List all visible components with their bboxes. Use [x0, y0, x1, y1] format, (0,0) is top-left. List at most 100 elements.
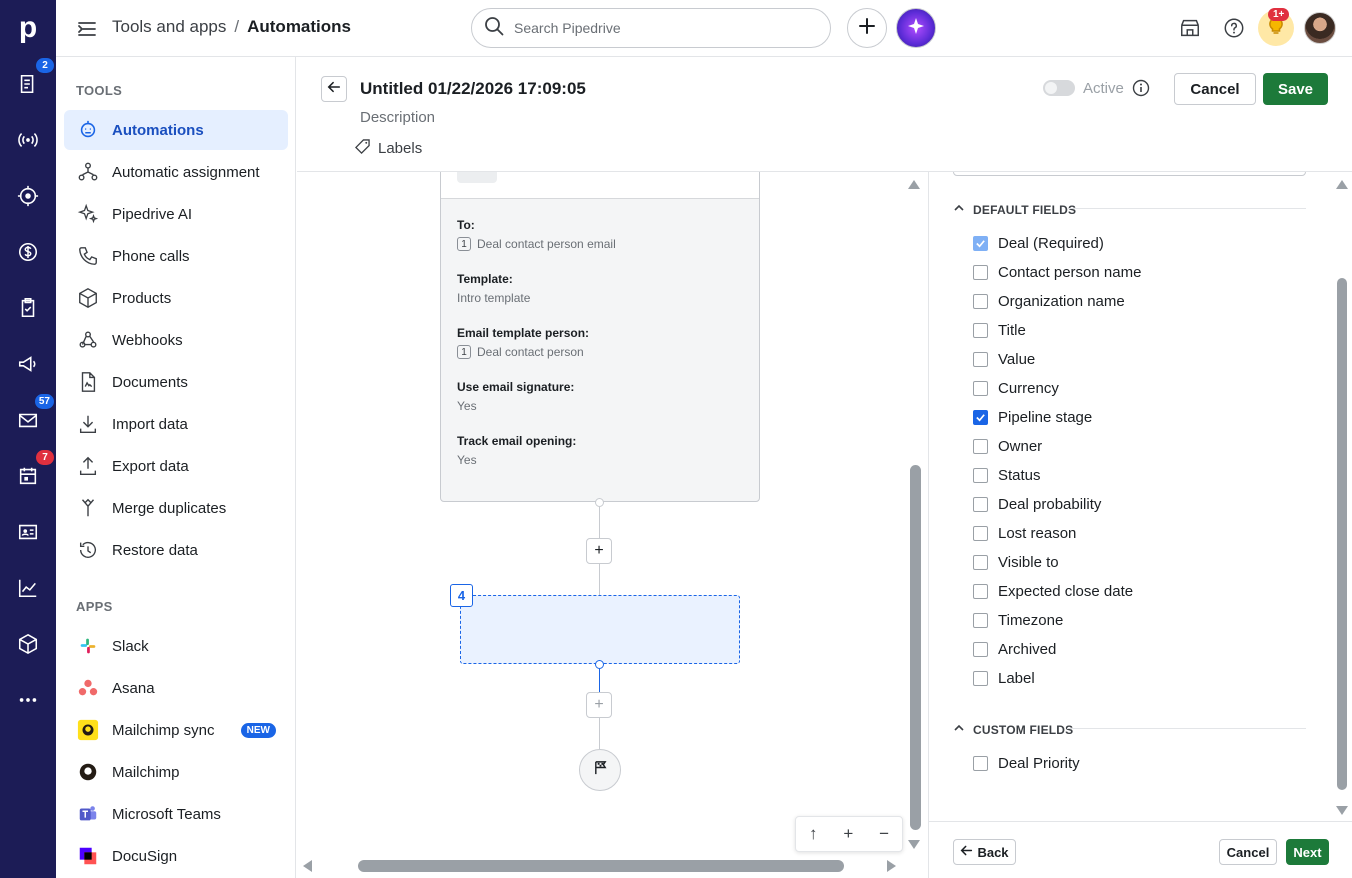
- field-checkbox-row[interactable]: Organization name: [973, 291, 1125, 311]
- sidebar-item-merge-duplicates[interactable]: Merge duplicates: [64, 488, 288, 528]
- automation-description[interactable]: Description: [360, 109, 435, 126]
- breadcrumb-parent[interactable]: Tools and apps: [112, 17, 226, 37]
- marketplace-icon[interactable]: [1178, 16, 1202, 40]
- rail-target-button[interactable]: [12, 180, 44, 212]
- panel-next-button[interactable]: Next: [1286, 839, 1329, 865]
- zoom-out-button[interactable]: −: [879, 824, 889, 844]
- checkbox[interactable]: [973, 380, 988, 396]
- panel-input-edge[interactable]: [953, 172, 1306, 176]
- new-step-placeholder[interactable]: [460, 595, 740, 664]
- checkbox[interactable]: [973, 612, 988, 628]
- ai-assistant-button[interactable]: [896, 8, 936, 48]
- zoom-in-button[interactable]: +: [843, 824, 853, 844]
- scroll-left-arrow[interactable]: [303, 860, 312, 872]
- add-step-button-disabled[interactable]: +: [586, 692, 612, 718]
- checkbox[interactable]: [973, 641, 988, 657]
- sidebar-item-mailchimp-sync[interactable]: Mailchimp sync NEW: [64, 710, 288, 750]
- checkbox[interactable]: [973, 293, 988, 309]
- panel-scroll-up-arrow[interactable]: [1336, 180, 1348, 189]
- sidebar-item-slack[interactable]: Slack: [64, 626, 288, 666]
- checkbox[interactable]: [973, 438, 988, 454]
- rail-mail-button[interactable]: 57: [12, 394, 54, 436]
- add-step-button[interactable]: +: [586, 538, 612, 564]
- sidebar-item-restore-data[interactable]: Restore data: [64, 530, 288, 570]
- field-checkbox-row[interactable]: Expected close date: [973, 581, 1133, 601]
- checkbox[interactable]: [973, 525, 988, 541]
- rail-more-dots-button[interactable]: [12, 684, 44, 716]
- scroll-up-arrow[interactable]: [908, 180, 920, 189]
- checkbox[interactable]: [973, 496, 988, 512]
- rail-megaphone-button[interactable]: [12, 348, 44, 380]
- automation-title[interactable]: Untitled 01/22/2026 17:09:05: [360, 79, 586, 99]
- sidebar-item-products[interactable]: Products: [64, 278, 288, 318]
- checkbox[interactable]: [973, 322, 988, 338]
- sidebar-item-microsoft-teams[interactable]: Microsoft Teams: [64, 794, 288, 834]
- scroll-right-arrow[interactable]: [887, 860, 896, 872]
- search-input[interactable]: [514, 20, 814, 36]
- checkbox[interactable]: [973, 264, 988, 280]
- field-checkbox-row[interactable]: Visible to: [973, 552, 1059, 572]
- field-checkbox-row[interactable]: Status: [973, 465, 1041, 485]
- save-button[interactable]: Save: [1263, 73, 1328, 105]
- rail-calendar-button[interactable]: 7: [12, 450, 54, 492]
- fit-up-button[interactable]: ↑: [809, 824, 818, 844]
- sidebar-item-automatic-assignment[interactable]: Automatic assignment: [64, 152, 288, 192]
- info-icon[interactable]: [1132, 79, 1150, 97]
- sidebar-item-phone-calls[interactable]: Phone calls: [64, 236, 288, 276]
- user-avatar[interactable]: [1304, 12, 1336, 44]
- field-checkbox-row[interactable]: Timezone: [973, 610, 1063, 630]
- pipedrive-logo[interactable]: p: [14, 10, 42, 46]
- field-checkbox-row[interactable]: Label: [973, 668, 1035, 688]
- labels-button[interactable]: Labels: [355, 139, 422, 158]
- sidebar-item-asana[interactable]: Asana: [64, 668, 288, 708]
- active-toggle[interactable]: [1043, 80, 1075, 96]
- field-checkbox-row[interactable]: Pipeline stage: [973, 407, 1092, 427]
- rail-contact-card-button[interactable]: [12, 516, 44, 548]
- panel-back-button[interactable]: Back: [953, 839, 1016, 865]
- sidebar-item-pipedrive-ai[interactable]: Pipedrive AI: [64, 194, 288, 234]
- sidebar-item-mailchimp[interactable]: Mailchimp: [64, 752, 288, 792]
- custom-fields-toggle[interactable]: CUSTOM FIELDS: [953, 722, 1073, 737]
- checkbox[interactable]: [973, 351, 988, 367]
- rail-clipboard-check-button[interactable]: [12, 292, 44, 324]
- checkbox[interactable]: [973, 583, 988, 599]
- panel-scrollbar-thumb[interactable]: [1337, 278, 1347, 790]
- rail-dollar-button[interactable]: [12, 236, 44, 268]
- menu-collapse-icon[interactable]: [76, 18, 98, 40]
- field-checkbox-row[interactable]: Value: [973, 349, 1035, 369]
- rail-deals-button[interactable]: 2: [12, 58, 54, 100]
- checkbox[interactable]: [973, 554, 988, 570]
- sidebar-item-documents[interactable]: Documents: [64, 362, 288, 402]
- panel-cancel-button[interactable]: Cancel: [1219, 839, 1277, 865]
- sidebar-item-automations[interactable]: Automations: [64, 110, 288, 150]
- field-checkbox-row[interactable]: Deal probability: [973, 494, 1101, 514]
- quick-add-button[interactable]: [847, 8, 887, 48]
- panel-scroll-down-arrow[interactable]: [1336, 806, 1348, 815]
- scroll-down-arrow[interactable]: [908, 840, 920, 849]
- field-checkbox-row[interactable]: Title: [973, 320, 1026, 340]
- rail-chart-line-button[interactable]: [12, 572, 44, 604]
- sidebar-item-export-data[interactable]: Export data: [64, 446, 288, 486]
- back-button[interactable]: [321, 76, 347, 102]
- checkbox[interactable]: [973, 409, 988, 425]
- checkbox[interactable]: [973, 467, 988, 483]
- sidebar-item-import-data[interactable]: Import data: [64, 404, 288, 444]
- global-search[interactable]: [471, 8, 831, 48]
- rail-broadcast-button[interactable]: [12, 124, 44, 156]
- vertical-scrollbar-thumb[interactable]: [910, 465, 921, 830]
- field-checkbox-row[interactable]: Owner: [973, 436, 1042, 456]
- field-checkbox-row[interactable]: Lost reason: [973, 523, 1076, 543]
- send-email-step-card[interactable]: To: 1 Deal contact person email Template: In…: [440, 172, 760, 502]
- help-icon[interactable]: [1222, 16, 1246, 40]
- field-checkbox-row[interactable]: Archived: [973, 639, 1056, 659]
- default-fields-toggle[interactable]: DEFAULT FIELDS: [953, 202, 1076, 217]
- sidebar-item-docusign[interactable]: DocuSign: [64, 836, 288, 876]
- workflow-canvas[interactable]: To: 1 Deal contact person email Template: In…: [297, 172, 927, 878]
- horizontal-scrollbar-thumb[interactable]: [358, 860, 844, 872]
- cancel-button[interactable]: Cancel: [1174, 73, 1256, 105]
- sidebar-item-webhooks[interactable]: Webhooks: [64, 320, 288, 360]
- field-checkbox-row[interactable]: Deal Priority: [973, 753, 1080, 773]
- checkbox[interactable]: [973, 670, 988, 686]
- checkbox[interactable]: [973, 755, 988, 771]
- rail-box-button[interactable]: [12, 628, 44, 660]
